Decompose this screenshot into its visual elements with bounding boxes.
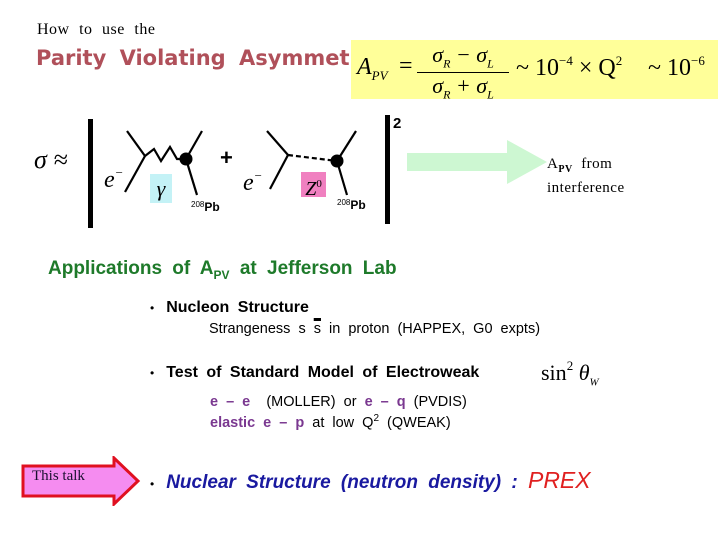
intro-text: How to use the (37, 21, 156, 38)
approx-q2: ~ 10−4 × Q2 (516, 53, 623, 81)
prex-label: PREX (527, 467, 591, 493)
this-talk-label: This talk (32, 468, 85, 484)
lead-target-label: 208Pb (337, 198, 366, 212)
interference-note: APV from interference (547, 156, 625, 196)
bullet-nuclear-structure: • Nuclear Structure (neutron density) : P… (150, 467, 591, 493)
slide-title: Parity Violating Asymmetry ? (36, 46, 400, 70)
denominator: σR + σL (432, 73, 494, 102)
cross-section-approx: σ ≈ (34, 145, 68, 174)
approx-value: ~ 10−6 (648, 53, 705, 81)
electroweak-experiments-line1: e – e (MOLLER) or e – q (PVDIS) (210, 394, 467, 410)
applications-heading: Applications of APV at Jefferson Lab (48, 258, 397, 282)
electron-label: e− (104, 165, 124, 193)
abs-bar-right (385, 115, 390, 224)
electron-label: e− (243, 168, 263, 196)
strangeness-detail: Strangeness s s in proton (HAPPEX, G0 ex… (209, 321, 541, 337)
squared-exponent: 2 (393, 115, 402, 132)
apv-symbol: APV (357, 54, 388, 83)
equals-sign: = (399, 53, 413, 79)
plus-sign: + (220, 145, 233, 170)
asymmetry-formula: APV = σR − σL σR + σL ~ 10−4 × Q2 ~ 10−6 (351, 40, 718, 102)
green-arrow-icon (407, 140, 547, 184)
bullet-standard-model: • Test of Standard Model of Electroweak (150, 364, 480, 381)
electroweak-experiments-line2: elastic e – p at low Q2 (QWEAK) (210, 413, 451, 431)
z-boson-label: Z0 (301, 172, 326, 200)
numerator: σR − σL (417, 42, 509, 74)
lead-target-label: 208Pb (191, 200, 220, 214)
abs-bar-left (88, 119, 93, 228)
bullet-nucleon-structure: • Nucleon Structure (150, 299, 309, 316)
weak-mixing-angle: sin2 θW (541, 358, 599, 389)
photon-label: γ (150, 174, 172, 203)
fraction: σR − σL σR + σL (417, 42, 509, 103)
